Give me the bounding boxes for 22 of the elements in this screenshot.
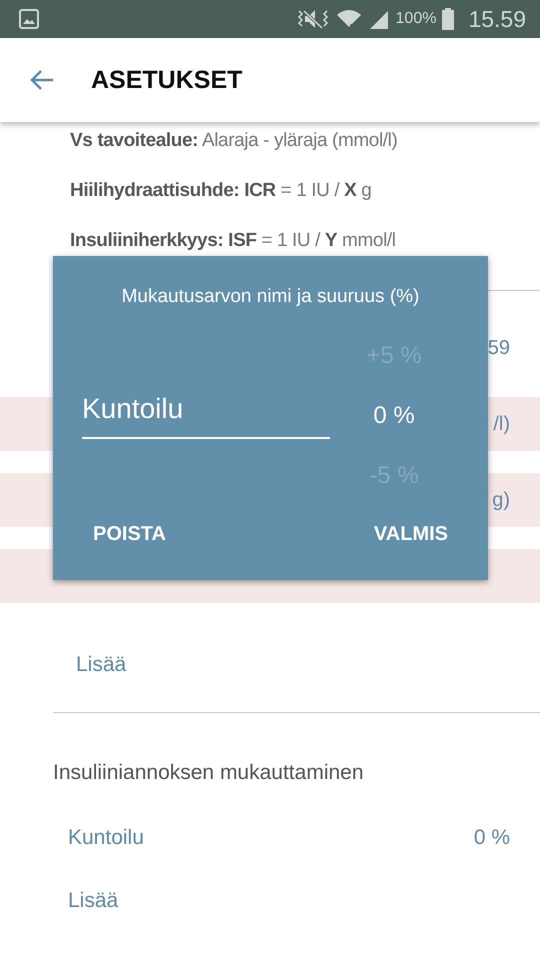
dialog-button[interactable]: POISTA — [93, 519, 166, 550]
adjustment-name[interactable]: Kuntoilu — [68, 826, 144, 850]
dialog-button[interactable]: VALMIS — [374, 519, 448, 550]
info-line: Vs tavoitealue: Alaraja - yläraja (mmol/l) — [70, 129, 398, 153]
clock: 15.59 — [468, 6, 526, 32]
screen-title: ASETUKSET — [91, 66, 242, 94]
adjustment-value: 0 % — [474, 826, 510, 850]
image-icon — [18, 8, 40, 30]
mute-vibrate-icon — [296, 7, 330, 31]
battery-icon — [442, 8, 454, 30]
row-value: /l) — [493, 412, 510, 436]
name-input-field[interactable]: Kuntoilu — [82, 393, 330, 439]
add-link[interactable]: Lisää — [76, 652, 126, 676]
section-title: Insuliiniannoksen mukauttaminen — [52, 760, 365, 786]
battery-percent: 100% — [396, 10, 436, 28]
info-line: Insuliiniherkkyys: ISF = 1 IU / Y mmol/l — [70, 229, 397, 253]
dialog-title: Mukautusarvon nimi ja suuruus (%) — [120, 286, 420, 308]
picker-value[interactable]: 0 % — [373, 386, 415, 446]
back-arrow-icon[interactable] — [29, 69, 55, 91]
info-line: Hiilihydraattisuhde: ICR = 1 IU / X g — [70, 179, 372, 203]
row-value: g) — [492, 488, 510, 512]
add-link[interactable]: Lisää — [68, 889, 118, 912]
